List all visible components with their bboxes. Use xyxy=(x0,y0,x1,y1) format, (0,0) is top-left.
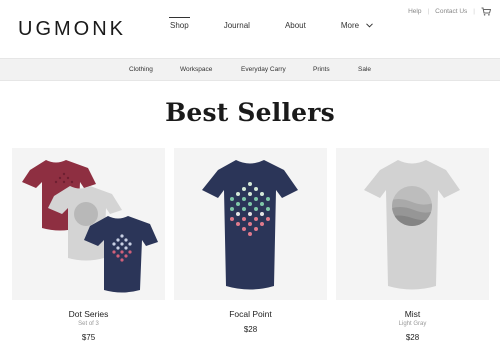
brand-logo[interactable]: UGMONK xyxy=(18,18,126,41)
product-card[interactable]: Dot Series Set of 3 $75 xyxy=(12,148,165,342)
product-price: $75 xyxy=(81,333,96,342)
category-subnav: Clothing Workspace Everyday Carry Prints… xyxy=(0,58,500,81)
contact-link[interactable]: Contact Us xyxy=(435,8,467,15)
product-name[interactable]: Mist xyxy=(336,309,489,319)
product-image[interactable] xyxy=(174,148,327,300)
subnav-workspace[interactable]: Workspace xyxy=(180,66,212,73)
chevron-down-icon xyxy=(366,23,373,28)
nav-shop[interactable]: Shop xyxy=(169,17,190,30)
subnav-everyday-carry[interactable]: Everyday Carry xyxy=(241,66,286,73)
separator: | xyxy=(473,8,475,15)
product-price: $28 xyxy=(243,325,258,334)
nav-more[interactable]: More xyxy=(341,21,373,30)
subnav-clothing[interactable]: Clothing xyxy=(129,66,153,73)
product-subtitle: Light Gray xyxy=(398,321,427,327)
nav-journal[interactable]: Journal xyxy=(224,21,250,30)
separator: | xyxy=(427,8,430,15)
product-card[interactable]: Mist Light Gray $28 xyxy=(336,148,489,342)
main-nav: Shop Journal About More xyxy=(169,17,373,30)
product-image[interactable] xyxy=(12,148,165,300)
product-card[interactable]: Focal Point $28 xyxy=(174,148,327,334)
cart-icon[interactable] xyxy=(481,7,491,16)
product-subtitle: Set of 3 xyxy=(78,321,99,327)
utility-nav: Help | Contact Us | xyxy=(408,7,491,16)
subnav-sale[interactable]: Sale xyxy=(358,66,371,73)
nav-about[interactable]: About xyxy=(285,21,306,30)
product-price: $28 xyxy=(405,333,420,342)
product-image[interactable] xyxy=(336,148,489,300)
subnav-prints[interactable]: Prints xyxy=(313,66,330,73)
help-link[interactable]: Help xyxy=(408,8,421,15)
nav-more-label: More xyxy=(340,21,360,30)
product-name[interactable]: Focal Point xyxy=(174,309,327,319)
page-title: Best Sellers xyxy=(165,98,335,127)
product-name[interactable]: Dot Series xyxy=(12,309,165,319)
